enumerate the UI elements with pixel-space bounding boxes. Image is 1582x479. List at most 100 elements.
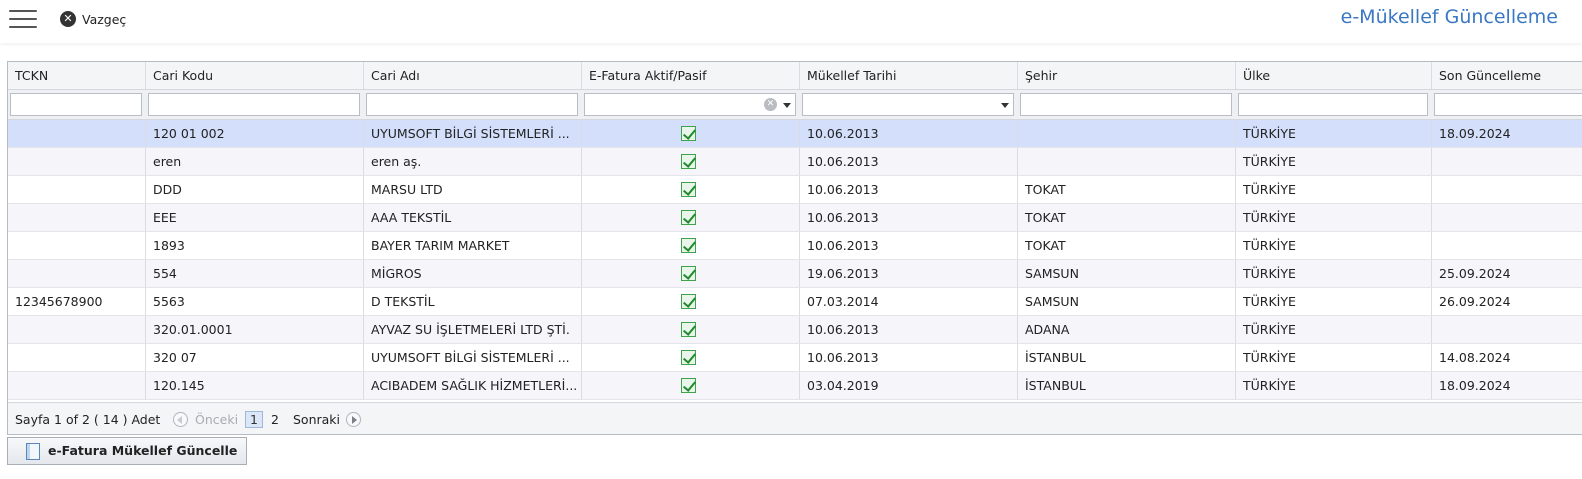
page-title: e-Mükellef Güncelleme bbox=[1340, 6, 1558, 28]
checkbox-checked-icon[interactable] bbox=[681, 182, 696, 197]
chevron-down-icon[interactable] bbox=[783, 103, 791, 108]
cancel-button[interactable]: ✕ Vazgeç bbox=[60, 10, 126, 28]
cell-cari-kodu: 320.01.0001 bbox=[146, 316, 364, 343]
table-row[interactable]: 320 07 UYUMSOFT BİLGİ SİSTEMLERİ ... 10.06… bbox=[8, 344, 1582, 372]
efatura-update-label: e-Fatura Mükellef Güncelle bbox=[48, 443, 238, 458]
cell-sehir bbox=[1018, 120, 1236, 147]
cell-tckn bbox=[8, 176, 146, 203]
cell-son-guncelleme bbox=[1432, 316, 1582, 343]
cell-cari-kodu: 120.145 bbox=[146, 372, 364, 399]
table-row[interactable]: 554 MİGROS 19.06.2013 SAMSUN TÜRKİYE 25.09.20… bbox=[8, 260, 1582, 288]
column-header-ulke[interactable]: Ülke bbox=[1236, 62, 1432, 89]
filter-row: ✕ bbox=[8, 90, 1582, 120]
cell-mukellef-tarihi: 03.04.2019 bbox=[800, 372, 1018, 399]
cell-mukellef-tarihi: 10.06.2013 bbox=[800, 316, 1018, 343]
cell-son-guncelleme: 26.09.2024 bbox=[1432, 288, 1582, 315]
table-row[interactable]: 12345678900 5563 D TEKSTİL 07.03.2014 SAMSUN… bbox=[8, 288, 1582, 316]
cell-tckn bbox=[8, 148, 146, 175]
previous-page-button[interactable]: Önceki bbox=[195, 403, 238, 434]
cell-son-guncelleme bbox=[1432, 204, 1582, 231]
cell-son-guncelleme bbox=[1432, 148, 1582, 175]
cell-tckn bbox=[8, 232, 146, 259]
cell-sehir: İSTANBUL bbox=[1018, 344, 1236, 371]
cell-mukellef-tarihi: 10.06.2013 bbox=[800, 148, 1018, 175]
column-header-cari-adi[interactable]: Cari Adı bbox=[364, 62, 582, 89]
checkbox-checked-icon[interactable] bbox=[681, 322, 696, 337]
filter-date-mukellef-tarihi[interactable] bbox=[802, 93, 1014, 116]
filter-select-efatura[interactable]: ✕ bbox=[584, 93, 796, 116]
cell-sehir: ADANA bbox=[1018, 316, 1236, 343]
table-row[interactable]: EEE AAA TEKSTİL 10.06.2013 TOKAT TÜRKİYE bbox=[8, 204, 1582, 232]
checkbox-checked-icon[interactable] bbox=[681, 266, 696, 281]
cell-cari-kodu: 120 01 002 bbox=[146, 120, 364, 147]
column-header-tckn[interactable]: TCKN bbox=[8, 62, 146, 89]
column-header-efatura[interactable]: E-Fatura Aktif/Pasif bbox=[582, 62, 800, 89]
cell-cari-kodu: 5563 bbox=[146, 288, 364, 315]
checkbox-checked-icon[interactable] bbox=[681, 350, 696, 365]
efatura-update-button[interactable]: e-Fatura Mükellef Güncelle bbox=[7, 437, 247, 465]
cell-cari-adi: AYVAZ SU İŞLETMELERİ LTD ŞTİ. bbox=[364, 316, 582, 343]
chevron-down-icon[interactable] bbox=[1001, 103, 1009, 108]
cell-mukellef-tarihi: 10.06.2013 bbox=[800, 344, 1018, 371]
page-1-button[interactable]: 1 bbox=[245, 411, 263, 428]
cell-ulke: TÜRKİYE bbox=[1236, 232, 1432, 259]
cell-son-guncelleme bbox=[1432, 232, 1582, 259]
clear-filter-icon[interactable]: ✕ bbox=[764, 98, 777, 111]
page-2-button[interactable]: 2 bbox=[271, 403, 279, 434]
filter-input-son-guncelleme[interactable] bbox=[1434, 93, 1582, 116]
cell-efatura bbox=[582, 372, 800, 399]
checkbox-checked-icon[interactable] bbox=[681, 126, 696, 141]
cell-tckn: 12345678900 bbox=[8, 288, 146, 315]
column-header-mukellef-tarihi[interactable]: Mükellef Tarihi bbox=[800, 62, 1018, 89]
cell-ulke: TÜRKİYE bbox=[1236, 176, 1432, 203]
top-toolbar: ✕ Vazgeç e-Mükellef Güncelleme bbox=[0, 0, 1582, 43]
column-header-son-guncelleme[interactable]: Son Güncelleme bbox=[1432, 62, 1582, 89]
table-row[interactable]: 1893 BAYER TARIM MARKET 10.06.2013 TOKAT TÜR… bbox=[8, 232, 1582, 260]
checkbox-checked-icon[interactable] bbox=[681, 210, 696, 225]
filter-input-tckn[interactable] bbox=[10, 93, 142, 116]
cell-sehir: TOKAT bbox=[1018, 176, 1236, 203]
table-row[interactable]: 120 01 002 UYUMSOFT BİLGİ SİSTEMLERİ ... 1… bbox=[8, 120, 1582, 148]
cell-son-guncelleme: 18.09.2024 bbox=[1432, 372, 1582, 399]
cell-ulke: TÜRKİYE bbox=[1236, 260, 1432, 287]
cell-ulke: TÜRKİYE bbox=[1236, 372, 1432, 399]
cell-ulke: TÜRKİYE bbox=[1236, 288, 1432, 315]
cell-mukellef-tarihi: 10.06.2013 bbox=[800, 120, 1018, 147]
cell-efatura bbox=[582, 260, 800, 287]
cell-efatura bbox=[582, 344, 800, 371]
pager-summary: Sayfa 1 of 2 ( 14 ) Adet bbox=[15, 412, 161, 427]
column-header-cari-kodu[interactable]: Cari Kodu bbox=[146, 62, 364, 89]
checkbox-checked-icon[interactable] bbox=[681, 378, 696, 393]
cell-cari-kodu: 1893 bbox=[146, 232, 364, 259]
filter-input-cari-adi[interactable] bbox=[366, 93, 578, 116]
checkbox-checked-icon[interactable] bbox=[681, 238, 696, 253]
table-row[interactable]: 120.145 ACIBADEM SAĞLIK HİZMETLERİ... 03.0… bbox=[8, 372, 1582, 400]
cell-mukellef-tarihi: 10.06.2013 bbox=[800, 176, 1018, 203]
cell-cari-adi: UYUMSOFT BİLGİ SİSTEMLERİ ... bbox=[364, 344, 582, 371]
cell-mukellef-tarihi: 10.06.2013 bbox=[800, 232, 1018, 259]
hamburger-icon[interactable] bbox=[9, 10, 37, 28]
next-page-icon[interactable] bbox=[346, 412, 361, 427]
checkbox-checked-icon[interactable] bbox=[681, 154, 696, 169]
cell-son-guncelleme: 14.08.2024 bbox=[1432, 344, 1582, 371]
cell-cari-adi: BAYER TARIM MARKET bbox=[364, 232, 582, 259]
cell-efatura bbox=[582, 204, 800, 231]
table-row[interactable]: DDD MARSU LTD 10.06.2013 TOKAT TÜRKİYE bbox=[8, 176, 1582, 204]
cell-tckn bbox=[8, 120, 146, 147]
cell-tckn bbox=[8, 372, 146, 399]
table-row[interactable]: eren eren aş. 10.06.2013 TÜRKİYE bbox=[8, 148, 1582, 176]
cell-cari-adi: UYUMSOFT BİLGİ SİSTEMLERİ ... bbox=[364, 120, 582, 147]
cell-cari-adi: ACIBADEM SAĞLIK HİZMETLERİ... bbox=[364, 372, 582, 399]
column-header-sehir[interactable]: Şehir bbox=[1018, 62, 1236, 89]
table-row[interactable]: 320.01.0001 AYVAZ SU İŞLETMELERİ LTD ŞTİ.… bbox=[8, 316, 1582, 344]
previous-page-icon[interactable] bbox=[173, 412, 188, 427]
filter-input-sehir[interactable] bbox=[1020, 93, 1232, 116]
cell-tckn bbox=[8, 260, 146, 287]
next-page-button[interactable]: Sonraki bbox=[293, 403, 340, 434]
document-icon bbox=[26, 443, 40, 460]
filter-input-ulke[interactable] bbox=[1238, 93, 1428, 116]
filter-input-cari-kodu[interactable] bbox=[148, 93, 360, 116]
cell-sehir: TOKAT bbox=[1018, 232, 1236, 259]
checkbox-checked-icon[interactable] bbox=[681, 294, 696, 309]
cell-ulke: TÜRKİYE bbox=[1236, 204, 1432, 231]
